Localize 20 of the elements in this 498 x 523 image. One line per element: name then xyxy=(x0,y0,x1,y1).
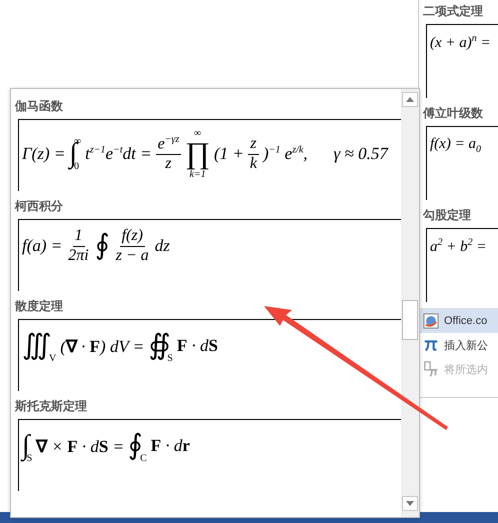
section-heading: 斯托克斯定理 xyxy=(14,398,87,415)
pi-selection-icon xyxy=(423,361,439,377)
section-heading: 伽马函数 xyxy=(14,98,63,115)
down-arrow-icon xyxy=(406,501,414,506)
equation-preview[interactable]: a$^{2}$ + b$^{2}$ = xyxy=(430,235,486,258)
globe-icon xyxy=(423,313,439,329)
section-heading: 勾股定理 xyxy=(422,207,471,224)
section-heading: 傅立叶级数 xyxy=(422,105,483,122)
equation-preview[interactable]: (x + a)$^{n}$ = xyxy=(430,31,491,54)
menu-item[interactable]: 插入新公 xyxy=(419,333,498,357)
section-heading: 柯西积分 xyxy=(14,198,63,215)
up-arrow-icon xyxy=(406,97,414,102)
scrollbar-thumb[interactable] xyxy=(402,300,418,340)
scroll-down-button[interactable] xyxy=(402,496,418,511)
menu-item[interactable]: Office.co xyxy=(419,309,498,333)
scrollbar[interactable] xyxy=(401,89,419,517)
equation-preview[interactable]: f(x) = a$_{0}$ xyxy=(430,134,481,157)
scroll-up-button[interactable] xyxy=(402,92,418,107)
section-heading: 散度定理 xyxy=(14,298,63,315)
section-heading: 二项式定理 xyxy=(422,3,483,20)
